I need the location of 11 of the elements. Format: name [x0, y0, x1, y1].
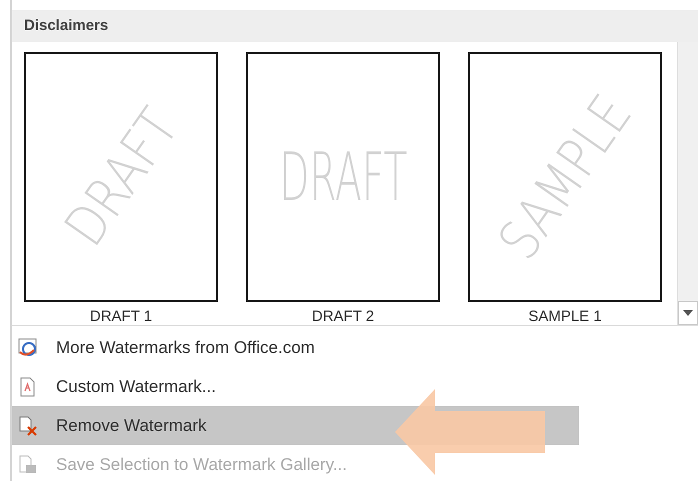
- gallery-item-label: SAMPLE 1: [528, 308, 602, 325]
- menu-item[interactable]: Custom Watermark...: [12, 367, 579, 406]
- delete-document-icon: [18, 416, 38, 436]
- gallery-item-label: DRAFT 1: [90, 308, 152, 325]
- gallery-heading: Disclaimers: [12, 10, 698, 42]
- gallery-item-label: DRAFT 2: [312, 308, 374, 325]
- save-document-icon: [18, 454, 38, 474]
- menu-item[interactable]: More Watermarks from Office.com: [12, 328, 579, 367]
- down-arrow-icon: [683, 310, 693, 316]
- scroll-down-button[interactable]: [678, 301, 698, 325]
- globe-icon: [18, 338, 38, 358]
